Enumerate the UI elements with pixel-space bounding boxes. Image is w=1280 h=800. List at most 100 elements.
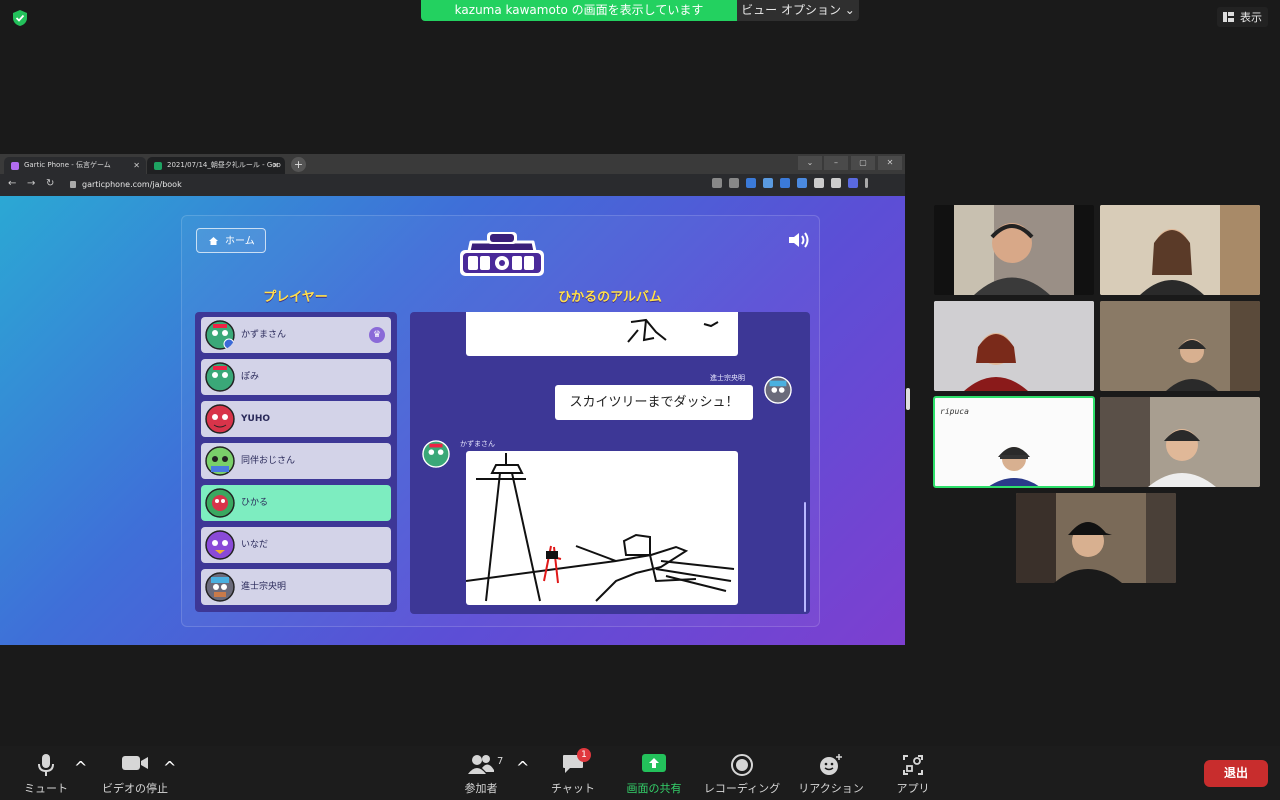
crown-icon: ♛	[369, 327, 385, 343]
close-tab-icon[interactable]: ✕	[272, 157, 279, 174]
text-author: 進士宗央明	[710, 374, 745, 382]
extension-icon[interactable]	[797, 178, 807, 188]
album-text-entry: スカイツリーまでダッシュ！	[555, 385, 753, 420]
star-icon[interactable]	[729, 178, 739, 188]
author-avatar	[422, 440, 450, 468]
profile-icon[interactable]	[848, 178, 858, 188]
player-list: かずまさん ♛ ぽみ YUHO 同伴おじさん ひかる いなだ 進士宗央明	[195, 312, 397, 612]
participant-video[interactable]	[1100, 301, 1260, 391]
participant-video[interactable]	[1100, 205, 1260, 295]
chat-button[interactable]: 1 チャット	[533, 746, 613, 800]
home-button[interactable]: ホーム	[196, 228, 266, 253]
participant-video[interactable]	[934, 301, 1094, 391]
security-shield-icon[interactable]	[11, 9, 29, 27]
player-row[interactable]: 同伴おじさん	[201, 443, 391, 479]
layout-icon	[1223, 12, 1234, 22]
close-window-icon[interactable]: ✕	[878, 156, 902, 170]
stop-video-label: ビデオの停止	[102, 782, 168, 795]
extension-icons	[712, 178, 868, 188]
album-scrollbar[interactable]	[804, 502, 806, 612]
skytree-drawing	[466, 453, 735, 602]
participant-video-image	[1100, 205, 1260, 295]
participants-options-caret-icon[interactable]: ^	[516, 758, 529, 777]
puzzle-icon[interactable]	[814, 178, 824, 188]
tab-title: Gartic Phone - 伝言ゲーム	[24, 161, 111, 169]
minimize-icon[interactable]: –	[824, 156, 848, 170]
participants-icon	[468, 755, 494, 774]
gartic-phone-logo	[460, 232, 544, 276]
video-camera-icon	[122, 756, 148, 770]
apps-icon	[903, 755, 923, 775]
participant-video-active-speaker[interactable]: ripuca	[933, 396, 1095, 488]
player-avatar	[205, 404, 235, 434]
close-tab-icon[interactable]: ✕	[133, 157, 140, 174]
lock-icon	[70, 181, 76, 188]
chat-unread-badge: 1	[577, 748, 591, 762]
player-name: 同伴おじさん	[241, 456, 296, 466]
extension-icon[interactable]	[746, 178, 756, 188]
share-icon[interactable]	[712, 178, 722, 188]
new-tab-button[interactable]: +	[291, 157, 306, 172]
forward-icon[interactable]: →	[27, 178, 35, 189]
extension-icon[interactable]	[763, 178, 773, 188]
leave-button[interactable]: 退出	[1204, 760, 1268, 787]
sound-icon[interactable]	[787, 231, 811, 249]
reload-icon[interactable]: ↻	[46, 178, 54, 189]
smiley-icon	[820, 754, 842, 775]
player-row-active[interactable]: ひかる	[201, 485, 391, 521]
browser-tab-gartic[interactable]: Gartic Phone - 伝言ゲーム ✕	[4, 157, 146, 174]
player-avatar	[205, 320, 235, 350]
record-icon	[731, 754, 753, 776]
sheets-favicon-icon	[154, 162, 162, 170]
participants-button[interactable]: 7 参加者	[441, 746, 521, 800]
extension-icon[interactable]	[780, 178, 790, 188]
view-options-button[interactable]: ビュー オプション ⌄	[737, 0, 859, 21]
url-field[interactable]: garticphone.com/ja/book	[68, 178, 722, 192]
reactions-button[interactable]: リアクション	[791, 746, 871, 800]
chat-label: チャット	[551, 782, 595, 795]
player-name: いなだ	[241, 540, 269, 550]
player-name: YUHO	[241, 414, 271, 424]
address-bar: ← → ↻ garticphone.com/ja/book	[0, 174, 905, 196]
browser-tab-sheet[interactable]: 2021/07/14_朝昼夕礼ルール - Goo ✕	[147, 157, 285, 174]
record-button[interactable]: レコーディング	[702, 746, 782, 800]
participant-video[interactable]	[934, 205, 1094, 295]
share-screen-icon	[642, 754, 666, 772]
tab-search-icon[interactable]: ⌄	[798, 156, 822, 170]
player-avatar	[205, 572, 235, 602]
album-heading: ひかるのアルバム	[558, 290, 662, 305]
video-options-caret-icon[interactable]: ^	[163, 758, 176, 777]
player-row[interactable]: 進士宗央明	[201, 569, 391, 605]
player-row[interactable]: ぽみ	[201, 359, 391, 395]
menu-icon[interactable]	[865, 178, 868, 188]
microphone-icon	[38, 754, 54, 776]
view-button-label: 表示	[1240, 11, 1262, 24]
shared-screen: Gartic Phone - 伝言ゲーム ✕ 2021/07/14_朝昼夕礼ルー…	[0, 154, 905, 645]
drawing-card	[466, 312, 738, 356]
sidebar-icon[interactable]	[831, 178, 841, 188]
participants-count: 7	[497, 756, 504, 767]
participant-video-image	[934, 301, 1094, 391]
view-button[interactable]: 表示	[1217, 7, 1268, 27]
browser-tab-bar: Gartic Phone - 伝言ゲーム ✕ 2021/07/14_朝昼夕礼ルー…	[0, 154, 905, 174]
drawing-author: かずまさん	[460, 440, 495, 448]
album-feed: 進士宗央明 スカイツリーまでダッシュ！ かずまさん	[410, 312, 810, 614]
back-icon[interactable]: ←	[8, 178, 16, 189]
participant-video-image	[954, 205, 1074, 295]
player-avatar	[205, 446, 235, 476]
audio-options-caret-icon[interactable]: ^	[74, 758, 87, 777]
player-name: ひかる	[241, 498, 269, 508]
participant-video[interactable]	[1100, 397, 1260, 487]
panel-splitter-handle[interactable]	[906, 388, 910, 410]
player-name: 進士宗央明	[241, 582, 287, 592]
record-label: レコーディング	[703, 782, 781, 795]
meeting-toolbar: ミュート ^ ビデオの停止 ^ 7 参加者 ^ 1 チャット 画面の共有 レコー…	[0, 746, 1280, 800]
restore-icon[interactable]: ▢	[851, 156, 875, 170]
reactions-label: リアクション	[798, 782, 864, 795]
share-screen-button[interactable]: 画面の共有	[614, 746, 694, 800]
player-row[interactable]: YUHO	[201, 401, 391, 437]
player-row[interactable]: いなだ	[201, 527, 391, 563]
player-row[interactable]: かずまさん ♛	[201, 317, 391, 353]
apps-button[interactable]: アプリ	[873, 746, 953, 800]
participant-video[interactable]	[1016, 493, 1176, 583]
